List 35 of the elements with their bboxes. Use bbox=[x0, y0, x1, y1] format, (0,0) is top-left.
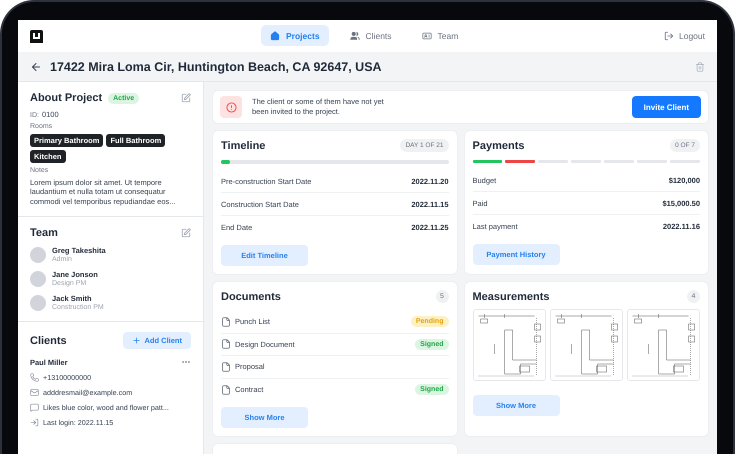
login-icon bbox=[30, 418, 39, 428]
document-icon bbox=[221, 384, 231, 395]
document-icon bbox=[221, 316, 231, 327]
edit-icon[interactable] bbox=[181, 228, 191, 238]
trash-icon[interactable] bbox=[695, 62, 705, 72]
card-title: Payments bbox=[472, 140, 524, 152]
invite-client-button[interactable]: Invite Client bbox=[632, 96, 701, 118]
back-icon[interactable] bbox=[30, 60, 42, 72]
page-title: 17422 Mira Loma Cir, Huntington Beach, CA 92647, USA bbox=[50, 60, 383, 74]
section-title: Team bbox=[30, 227, 58, 240]
section-title: Clients bbox=[30, 334, 67, 347]
message-icon bbox=[30, 403, 39, 412]
nav-tab[interactable]: Projects bbox=[261, 25, 329, 46]
logout-button[interactable]: Logout bbox=[664, 31, 705, 41]
card-title: Timeline bbox=[221, 140, 266, 152]
nav-tab[interactable]: Team bbox=[412, 25, 468, 46]
avatar bbox=[30, 246, 46, 263]
people-icon bbox=[350, 30, 360, 40]
card-title: Documents bbox=[221, 290, 281, 302]
section-title: About Project bbox=[30, 92, 102, 104]
card-title: Measurements bbox=[472, 290, 550, 302]
mail-icon bbox=[30, 388, 39, 398]
phone-icon bbox=[30, 373, 39, 382]
avatar bbox=[30, 270, 46, 287]
home-icon bbox=[270, 30, 280, 40]
logo-icon bbox=[30, 30, 43, 42]
plus-icon bbox=[132, 336, 140, 346]
logout-icon bbox=[664, 31, 674, 41]
alert-icon bbox=[226, 102, 236, 112]
document-icon bbox=[221, 339, 231, 350]
edit-icon[interactable] bbox=[181, 93, 191, 103]
id-card-icon bbox=[422, 30, 432, 40]
nav-tab[interactable]: Clients bbox=[340, 25, 401, 46]
document-icon bbox=[221, 362, 231, 372]
avatar bbox=[30, 294, 46, 311]
